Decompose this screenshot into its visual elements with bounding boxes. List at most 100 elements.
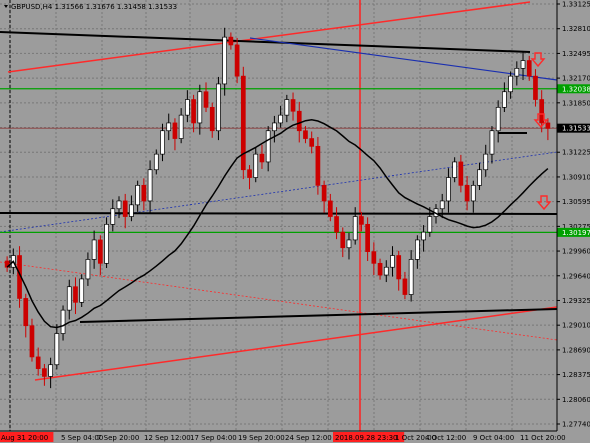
candle-body (539, 99, 545, 124)
price-tick-label: 1.30595 (562, 198, 590, 206)
candle-body (172, 122, 178, 139)
candle-body (141, 184, 147, 202)
candle-body (97, 239, 103, 264)
candle-body (35, 356, 41, 369)
symbol-ohlc-label: GBPUSD,H4 1.31566 1.31676 1.31458 1.3153… (11, 3, 177, 11)
price-tick-label: 1.32810 (562, 25, 590, 33)
time-tick-label: 11 Oct 20:00 (520, 434, 566, 442)
candle-body (303, 130, 308, 139)
price-marker-label: 1.32038 (562, 85, 590, 93)
candle-body (526, 60, 532, 77)
price-tick-label: 1.30910 (562, 173, 590, 181)
candle-body (48, 364, 53, 377)
candle-body (495, 106, 501, 132)
candle-body (122, 200, 128, 217)
chart-canvas[interactable]: 1.33125 1.32810 1.32495 1.32170 1.31850 1.315… (0, 0, 590, 443)
candle-body (309, 138, 315, 147)
candle-body (116, 200, 122, 210)
candle-body (415, 239, 420, 260)
candle-body (54, 333, 60, 366)
candle-body (129, 204, 134, 217)
candle-body (483, 153, 489, 171)
candle-body (520, 60, 526, 69)
time-tick-label: 19 Sep 20:00 (238, 434, 285, 442)
candle-body (427, 216, 433, 233)
candle-body (352, 216, 358, 241)
candle-body (73, 286, 78, 303)
price-tick-label: 1.29325 (562, 297, 590, 305)
candle-body (191, 99, 196, 124)
time-tick-label: 2018.09.28 23:30 (335, 434, 397, 442)
candle-body (203, 91, 209, 108)
candle-body (209, 106, 215, 132)
price-tick-label: 1.33125 (562, 1, 590, 9)
candle-body (216, 83, 221, 132)
candle-body (396, 255, 402, 280)
price-tick-label: 1.27740 (562, 421, 590, 429)
candle-body (383, 266, 389, 276)
candle-body (477, 169, 482, 186)
candle-body (85, 259, 91, 280)
plot-area[interactable] (0, 0, 557, 431)
candle-body (135, 184, 140, 206)
candle-body (502, 91, 507, 108)
candle-body (290, 99, 296, 112)
candle-body (91, 239, 97, 260)
candle-body (272, 122, 277, 132)
candle-body (166, 122, 172, 132)
candle-body (514, 67, 520, 77)
candle-body (110, 208, 116, 225)
candle-body (439, 200, 445, 210)
candle-body (79, 278, 85, 303)
candle-body (470, 184, 476, 202)
candle-body (222, 36, 228, 85)
candle-body (446, 177, 451, 202)
candle-body (240, 75, 246, 171)
candle-body (346, 239, 352, 249)
candle-body (29, 325, 35, 358)
candle-body (60, 309, 66, 334)
trading-chart[interactable]: 1.33125 1.32810 1.32495 1.32170 1.31850 1.315… (0, 0, 590, 443)
candle-body (278, 114, 283, 124)
price-tick-label: 1.28375 (562, 371, 590, 379)
candle-body (402, 278, 408, 295)
candle-body (23, 298, 29, 327)
candle-body (340, 231, 346, 249)
candle-body (104, 223, 109, 264)
candle-body (296, 110, 302, 132)
candle-body (247, 169, 252, 178)
candle-body (327, 200, 333, 217)
candle-body (185, 99, 190, 116)
time-tick-label: 24 Sep 12:00 (285, 434, 332, 442)
candle-body (421, 231, 426, 241)
price-tick-label: 1.29960 (562, 248, 590, 256)
candle-body (160, 130, 165, 155)
candle-body (359, 216, 364, 225)
time-tick-label: Aug 31 20:00 (1, 434, 48, 442)
candle-body (390, 255, 395, 268)
price-tick-label: 1.31225 (562, 149, 590, 157)
candle-body (315, 145, 321, 186)
candle-body (321, 184, 327, 202)
chart-header: GBPUSD,H4 1.31566 1.31676 1.31458 1.3153… (4, 3, 177, 11)
candle-body (458, 161, 464, 186)
price-tick-label: 1.29010 (562, 322, 590, 330)
candle-body (147, 169, 153, 202)
candle-body (408, 259, 414, 295)
time-tick-label: 7 Sep 20:00 (97, 434, 139, 442)
candle-body (265, 130, 271, 163)
time-tick-label: 17 Sep 04:00 (190, 434, 237, 442)
candle-body (253, 153, 259, 178)
candle-body (508, 75, 513, 93)
support-line[interactable] (0, 212, 558, 215)
candle-body (178, 114, 184, 139)
candle-body (228, 36, 234, 46)
candle-body (377, 262, 383, 276)
price-tick-label: 1.31850 (562, 99, 590, 107)
price-tick-label: 1.28690 (562, 346, 590, 354)
price-tick-label: 1.32170 (562, 75, 590, 83)
candle-body (371, 251, 377, 264)
candle-body (197, 91, 203, 124)
candle-body (66, 286, 72, 311)
price-tick-label: 1.28060 (562, 396, 590, 404)
